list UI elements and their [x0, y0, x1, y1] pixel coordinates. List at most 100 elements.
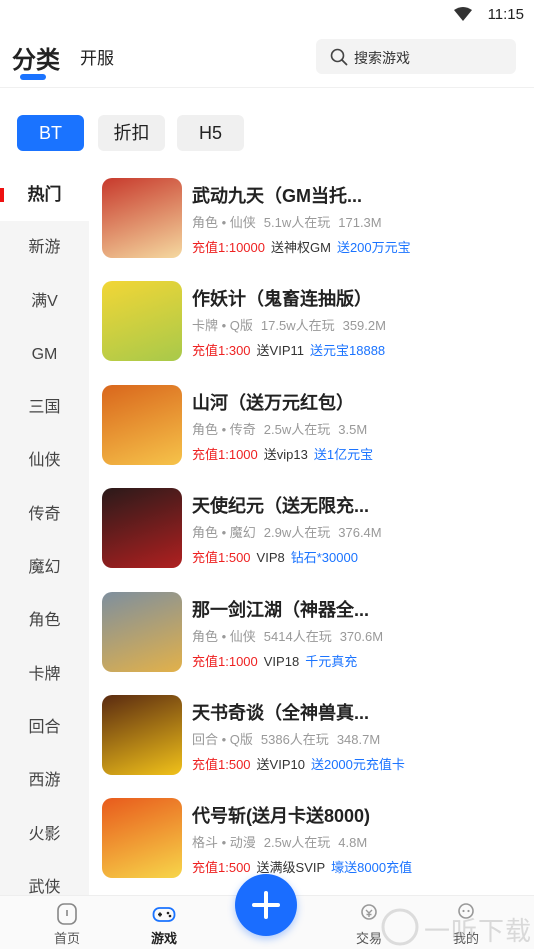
- tab-category[interactable]: 分类: [12, 40, 60, 80]
- add-button[interactable]: [235, 874, 297, 936]
- recharge-ratio-tag: 充值1:300: [192, 343, 251, 359]
- game-tags: 充值1:500 送满级SVIP 壕送8000充值: [192, 857, 412, 876]
- nav-home[interactable]: 首页: [37, 902, 97, 947]
- sidebar-item-label: 仙侠: [28, 452, 61, 470]
- search-input[interactable]: 搜索游戏: [316, 39, 516, 74]
- recharge-ratio-tag: 充值1:1000: [192, 446, 258, 462]
- game-thumbnail[interactable]: [102, 798, 182, 879]
- game-title: 天书奇谈（全神兽真...: [192, 703, 370, 723]
- top-tab-bar: 分类 开服 搜索游戏: [0, 36, 534, 88]
- game-genre: 角色 • 魔幻: [192, 525, 256, 541]
- sidebar-item-gm[interactable]: GM: [0, 328, 89, 381]
- sidebar-item-journey-west[interactable]: 西游: [0, 754, 89, 807]
- game-list-item[interactable]: 天使纪元（送无限充... 角色 • 魔幻 2.9w人在玩 376.4M 充值1:500 V…: [102, 478, 532, 569]
- nav-games[interactable]: 游戏: [134, 902, 194, 947]
- game-thumbnail[interactable]: [102, 488, 182, 569]
- game-title: 那一剑江湖（神器全...: [192, 599, 370, 620]
- game-players: 2.9w人在玩: [263, 525, 331, 541]
- game-size: 376.4M: [338, 525, 382, 541]
- game-list-item[interactable]: 那一剑江湖（神器全... 角色 • 仙侠 5414人在玩 370.6M 充值1:1000…: [102, 582, 532, 672]
- perk-tag: 送vip13: [263, 446, 308, 462]
- sidebar-item-turn-based[interactable]: 回合: [0, 701, 89, 754]
- sidebar-item-card[interactable]: 卡牌: [0, 648, 89, 701]
- perk-tag: 送VIP11: [256, 343, 304, 359]
- bonus-tag: 千元真充: [305, 653, 358, 669]
- sidebar-item-label: 回合: [28, 718, 61, 736]
- game-thumbnail[interactable]: [102, 591, 182, 672]
- sidebar-item-naruto[interactable]: 火影: [0, 808, 89, 861]
- sidebar-item-label: 魔幻: [28, 559, 61, 577]
- game-thumbnail[interactable]: [102, 384, 182, 465]
- filter-chip-discount[interactable]: 折扣: [98, 115, 165, 151]
- game-list-item[interactable]: 山河（送万元红包） 角色 • 传奇 2.5w人在玩 3.5M 充值1:1000 送vip1…: [102, 375, 532, 465]
- sidebar-item-fantasy[interactable]: 魔幻: [0, 541, 89, 594]
- filter-chip-bt[interactable]: BT: [17, 115, 84, 151]
- search-icon: [330, 48, 348, 66]
- game-meta: 回合 • Q版 5386人在玩 348.7M: [192, 729, 388, 748]
- game-meta: 角色 • 传奇 2.5w人在玩 3.5M: [192, 419, 375, 438]
- game-tags: 充值1:500 送VIP10 送2000元充值卡: [192, 754, 405, 773]
- game-meta: 角色 • 仙侠 5.1w人在玩 171.3M: [192, 212, 390, 231]
- sidebar-item-label: 三国: [28, 399, 61, 417]
- game-title: 作妖计（鬼畜连抽版）: [192, 289, 372, 310]
- game-tags: 充值1:1000 送vip13 送1亿元宝: [192, 444, 373, 463]
- sidebar-item-xianxia[interactable]: 仙侠: [0, 434, 89, 487]
- game-tags: 充值1:1000 VIP18 千元真充: [192, 651, 357, 670]
- game-genre: 角色 • 传奇: [192, 421, 256, 437]
- sidebar-item-hot[interactable]: 热门: [0, 168, 89, 222]
- bonus-tag: 送2000元充值卡: [310, 757, 405, 772]
- game-meta: 角色 • 魔幻 2.9w人在玩 376.4M: [192, 522, 390, 541]
- sidebar-item-wuxia[interactable]: 武侠: [0, 861, 89, 895]
- sidebar-item-legend[interactable]: 传奇: [0, 488, 89, 541]
- bonus-tag: 送200万元宝: [336, 240, 411, 255]
- game-meta: 角色 • 仙侠 5414人在玩 370.6M: [192, 626, 391, 645]
- recharge-ratio-tag: 充值1:500: [192, 860, 251, 876]
- bonus-tag: 钻石*30000: [290, 550, 358, 566]
- watermark-logo-icon: [381, 908, 419, 946]
- tab-server-open-label: 开服: [80, 49, 114, 68]
- sidebar-item-label: 火影: [28, 825, 61, 843]
- game-players: 2.5w人在玩: [263, 421, 331, 437]
- sidebar-item-full-vip[interactable]: 满V: [0, 275, 89, 328]
- recharge-ratio-tag: 充值1:500: [192, 757, 251, 772]
- game-list-item[interactable]: 作妖计（鬼畜连抽版） 卡牌 • Q版 17.5w人在玩 359.2M 充值1:300 送V…: [102, 271, 532, 362]
- search-placeholder: 搜索游戏: [354, 50, 410, 66]
- filter-chip-h5[interactable]: H5: [177, 115, 244, 151]
- tab-server-open[interactable]: 开服: [80, 44, 114, 69]
- game-list-item[interactable]: 天书奇谈（全神兽真... 回合 • Q版 5386人在玩 348.7M 充值1:500 送…: [102, 685, 532, 775]
- game-title: 天使纪元（送无限充...: [192, 496, 370, 517]
- wifi-icon: [454, 7, 472, 21]
- game-genre: 回合 • Q版: [192, 732, 253, 747]
- sidebar-item-label: GM: [31, 345, 58, 363]
- game-thumbnail[interactable]: [102, 178, 182, 258]
- sidebar-item-label: 角色: [28, 612, 61, 630]
- game-genre: 角色 • 仙侠: [192, 628, 256, 644]
- watermark: 一听下载: [380, 905, 534, 949]
- sidebar-item-rpg[interactable]: 角色: [0, 594, 89, 647]
- game-size: 370.6M: [339, 628, 384, 644]
- recharge-ratio-tag: 充值1:10000: [192, 240, 265, 255]
- game-genre: 卡牌 • Q版: [192, 318, 253, 334]
- game-size: 171.3M: [338, 215, 382, 230]
- game-thumbnail[interactable]: [102, 695, 182, 775]
- game-list-item[interactable]: 武动九天（GM当托... 角色 • 仙侠 5.1w人在玩 171.3M 充值1:1000…: [102, 168, 532, 258]
- category-sidebar: 热门 新游 满V GM 三国 仙侠 传奇 魔幻 角色 卡牌 回合 西游 火影 武…: [0, 168, 89, 895]
- bonus-tag: 送1亿元宝: [313, 446, 374, 462]
- game-size: 4.8M: [338, 835, 368, 851]
- gamepad-icon: [152, 907, 176, 922]
- sidebar-item-label: 传奇: [28, 505, 61, 523]
- game-players: 5.1w人在玩: [263, 215, 331, 230]
- game-genre: 角色 • 仙侠: [192, 215, 256, 230]
- status-bar: 11:15: [0, 0, 534, 30]
- sidebar-item-new[interactable]: 新游: [0, 221, 89, 274]
- game-thumbnail[interactable]: [102, 281, 182, 362]
- game-meta: 卡牌 • Q版 17.5w人在玩 359.2M: [192, 315, 394, 334]
- sidebar-item-label: 热门: [27, 185, 62, 204]
- nav-games-label: 游戏: [150, 931, 177, 946]
- perk-tag: 送VIP10: [256, 757, 305, 772]
- perk-tag: VIP18: [263, 653, 300, 669]
- bonus-tag: 送元宝18888: [310, 343, 386, 359]
- sidebar-item-three-kingdoms[interactable]: 三国: [0, 381, 89, 434]
- game-size: 348.7M: [336, 732, 381, 747]
- game-list-item[interactable]: 代号斩(送月卡送8000) 格斗 • 动漫 2.5w人在玩 4.8M 充值1:500 送满…: [102, 788, 532, 879]
